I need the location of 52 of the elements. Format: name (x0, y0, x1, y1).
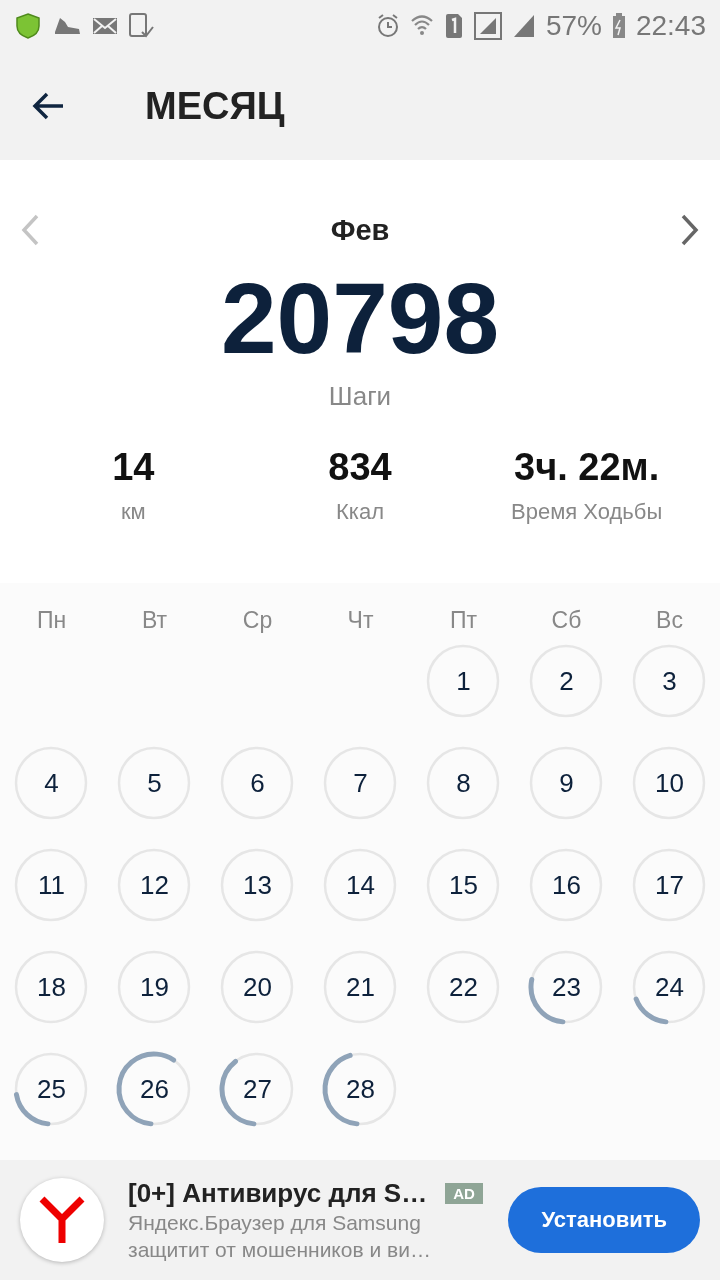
day-number: 17 (655, 869, 684, 901)
weekday-label: Чт (346, 607, 375, 634)
weekday-label: Пн (35, 607, 68, 634)
day-number: 10 (655, 767, 684, 799)
month-label: Фев (330, 213, 390, 247)
day-number: 15 (449, 869, 478, 901)
stat-label: км (120, 499, 146, 525)
day-number: 3 (662, 665, 677, 697)
stat-value: 3ч. 22м. (514, 446, 660, 489)
day-number: 1 (456, 665, 471, 697)
day-number: 22 (449, 971, 478, 1003)
steps-label: Шаги (328, 381, 392, 412)
weekday-label: Ср (241, 607, 274, 634)
screen-title: МЕСЯЦ (145, 84, 285, 128)
step-count: 20798 (220, 263, 500, 373)
ad-badge: AD (445, 1182, 483, 1204)
day-number: 14 (346, 869, 375, 901)
day-number: 21 (346, 971, 375, 1003)
weekday-label: Сб (550, 607, 583, 634)
day-number: 18 (37, 971, 66, 1003)
weekday-label: Вт (140, 607, 169, 634)
install-button[interactable]: Установить (508, 1187, 700, 1253)
day-number: 7 (353, 767, 368, 799)
stat-label: Ккал (336, 499, 384, 525)
day-number: 8 (456, 767, 471, 799)
stat-label: Время Ходьбы (511, 499, 663, 525)
ad-description: Яндекс.Браузер для Samsung (128, 1209, 422, 1236)
stat-value: 14 (112, 446, 155, 489)
day-number: 26 (140, 1073, 169, 1105)
day-number: 19 (140, 971, 169, 1003)
day-number: 9 (559, 767, 574, 799)
day-number: 4 (44, 767, 59, 799)
day-number: 27 (243, 1073, 272, 1105)
day-number: 6 (250, 767, 265, 799)
clock: 22:43 (635, 10, 706, 42)
day-number: 25 (37, 1073, 66, 1105)
day-number: 11 (38, 869, 65, 901)
day-number: 24 (655, 971, 684, 1003)
day-number: 23 (552, 971, 581, 1003)
day-number: 28 (346, 1073, 375, 1105)
day-number: 12 (140, 869, 169, 901)
day-number: 13 (243, 869, 272, 901)
ad-description: защитит от мошенников и ви… (128, 1236, 432, 1263)
ad-title: [0+] Антивирус для S… (128, 1177, 428, 1209)
day-number: 5 (147, 767, 162, 799)
weekday-label: Вс (655, 607, 684, 634)
battery-percent: 57% (545, 10, 602, 42)
day-number: 20 (243, 971, 272, 1003)
day-number: 2 (559, 665, 574, 697)
day-number: 16 (552, 869, 581, 901)
weekday-label: Пт (448, 607, 479, 634)
stat-value: 834 (328, 446, 392, 489)
